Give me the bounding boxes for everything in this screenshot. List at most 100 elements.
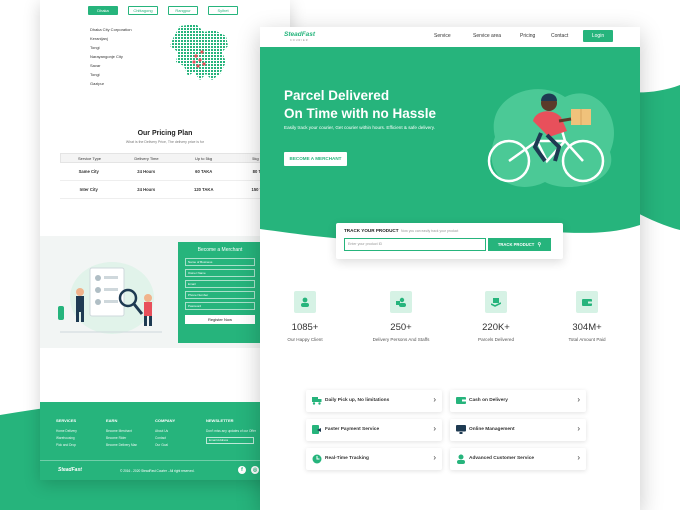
footer-link[interactable]: Become Delivery Man	[106, 442, 137, 449]
service-label: Cash on Delivery	[469, 398, 508, 403]
stat-value: 304M+	[572, 322, 602, 333]
register-button[interactable]: Register Now	[185, 315, 255, 324]
monitor-icon	[456, 425, 466, 434]
footer-logo[interactable]: SteadFast	[58, 467, 82, 473]
stat-label: Total Amount Paid	[568, 337, 606, 342]
newsletter-email-input[interactable]: Email Address	[206, 437, 254, 444]
track-product-button[interactable]: TRACK PRODUCT ⚲	[488, 238, 551, 251]
chevron-right-icon: ›	[577, 453, 580, 462]
footer-link[interactable]: Contact	[155, 435, 175, 442]
hero-title-line1: Parcel Delivered	[284, 88, 390, 103]
service-online-management[interactable]: Online Management ›	[450, 419, 586, 441]
logo-tagline: COURIER	[290, 39, 309, 42]
area-item: Gazipur	[90, 81, 105, 86]
footer-link[interactable]: Become Rider	[106, 435, 137, 442]
hero-title-line2: On Time with no Hassle	[284, 106, 437, 121]
stat-label: Delivery Persons And Staffs	[372, 337, 430, 342]
header-cell: Service Type	[77, 156, 102, 161]
cash-icon	[456, 397, 466, 404]
chevron-right-icon: ›	[433, 424, 436, 433]
footer-col-earn: EARN Become Merchant Become Rider Become…	[106, 418, 137, 449]
support-icon	[457, 454, 465, 464]
footer-link[interactable]: Become Merchant	[106, 428, 137, 435]
footer-link[interactable]: Our Goal	[155, 442, 175, 449]
service-cash-on-delivery[interactable]: Cash on Delivery ›	[450, 390, 586, 412]
service-daily-pickup[interactable]: Daily Pick up, No limitations ›	[306, 390, 442, 412]
area-item: Tongi	[90, 45, 100, 50]
area-item: Keranijanj	[90, 36, 108, 41]
footer-bottom: SteadFast © 2016 - 2020 SteadFast Courie…	[40, 460, 290, 480]
track-title: TRACK YOUR PRODUCT	[344, 228, 399, 233]
stat-happy-client: 1085+ Our Happy Client	[260, 291, 350, 342]
chevron-right-icon: ›	[577, 395, 580, 404]
tab-rangpur[interactable]: Rangpur	[168, 6, 198, 15]
owner-name-field[interactable]: Owner Name	[185, 269, 255, 277]
track-product-card: TRACK YOUR PRODUCT Now you can easily tr…	[336, 223, 563, 259]
instagram-icon[interactable]: ◎	[251, 466, 259, 474]
service-label: Advanced Customer Service	[469, 456, 535, 461]
product-id-input[interactable]: Enter your product ID	[344, 238, 486, 251]
navbar: SteadFast COURIER Service Service area P…	[260, 27, 640, 47]
table-cell: 60 TAKA	[195, 169, 213, 174]
footer-col-title: NEWSLETTER	[206, 418, 234, 423]
service-faster-payment[interactable]: Faster Payment Service ›	[306, 419, 442, 441]
truck-icon	[312, 397, 322, 405]
service-label: Daily Pick up, No limitations	[325, 398, 390, 403]
table-header-row: Service Type Delivery Time Up to 5kg 5kg…	[60, 153, 290, 163]
table-row: Inter City 24 Hours 120 TAKA 150 TAKA	[60, 181, 290, 199]
service-label: Faster Payment Service	[325, 427, 380, 432]
nav-service[interactable]: Service	[434, 33, 451, 39]
newsletter-text: Don't miss any updates of our Offer	[206, 429, 256, 433]
login-button[interactable]: Login	[583, 30, 613, 42]
footer: SERVICES Home Delivery Warehousing Pick …	[40, 402, 290, 480]
footer-link[interactable]: Warehousing	[56, 435, 77, 442]
stat-amount-paid: 304M+ Total Amount Paid	[542, 291, 632, 342]
nav-contact[interactable]: Contact	[551, 33, 568, 39]
pricing-title: Our Pricing Plan	[137, 130, 193, 137]
service-real-time-tracking[interactable]: Real-Time Tracking ›	[306, 448, 442, 470]
email-field[interactable]: Email	[185, 280, 255, 288]
track-hint: Now you can easily track your product	[401, 229, 459, 233]
service-customer-support[interactable]: Advanced Customer Service ›	[450, 448, 586, 470]
delivery-rider-illustration	[487, 89, 614, 188]
footer-col-company: COMPANY About Us Contact Our Goal	[155, 418, 175, 449]
parcel-icon	[485, 291, 507, 313]
footer-col-title: EARN	[106, 418, 118, 423]
stat-delivery-staff: 250+ Delivery Persons And Staffs	[356, 291, 446, 342]
footer-link[interactable]: Home Delivery	[56, 428, 77, 435]
logo[interactable]: SteadFast	[284, 31, 315, 38]
merchant-section: Become a Merchant Name of Business Owner…	[40, 236, 290, 348]
pricing-subtitle: What is the Delivery Price, The delivery…	[125, 140, 205, 144]
pricing-table: Service Type Delivery Time Up to 5kg 5kg…	[60, 153, 290, 199]
chevron-right-icon: ›	[577, 424, 580, 433]
service-label: Online Management	[469, 427, 515, 432]
nav-service-area[interactable]: Service area	[473, 33, 501, 39]
tab-sylhet[interactable]: Sylhet	[208, 6, 238, 15]
table-cell: 120 TAKA	[194, 187, 214, 192]
header-cell: Up to 5kg	[194, 156, 213, 161]
tab-dhaka[interactable]: Dhaka	[88, 6, 118, 15]
facebook-icon[interactable]: f	[238, 466, 246, 474]
table-cell: 24 Hours	[137, 169, 156, 174]
stat-parcels-delivered: 220K+ Parcels Delivered	[451, 291, 541, 342]
footer-link[interactable]: Pick and Drop	[56, 442, 77, 449]
track-button-label: TRACK PRODUCT	[497, 242, 535, 247]
footer-col-services: SERVICES Home Delivery Warehousing Pick …	[56, 418, 77, 449]
table-cell: Inter City	[79, 187, 98, 192]
stat-label: Parcels Delivered	[478, 337, 514, 342]
table-cell: 24 Hours	[137, 187, 156, 192]
business-name-field[interactable]: Name of Business	[185, 258, 255, 266]
area-item: Savar	[90, 63, 101, 68]
stat-value: 220K+	[482, 322, 510, 333]
service-label: Real-Time Tracking	[325, 456, 369, 461]
chevron-right-icon: ›	[433, 395, 436, 404]
nav-pricing[interactable]: Pricing	[520, 33, 535, 39]
password-field[interactable]: Password	[185, 302, 255, 310]
footer-link[interactable]: About Us	[155, 428, 175, 435]
tab-chittagong[interactable]: Chittagong	[128, 6, 158, 15]
stat-label: Our Happy Client	[287, 337, 323, 342]
become-merchant-button[interactable]: BECOME A MERCHANT	[284, 152, 347, 166]
wallet-icon	[576, 291, 598, 313]
phone-field[interactable]: Phone Number	[185, 291, 255, 299]
hero-subtitle: Easily track your courier, Get courier w…	[284, 125, 435, 130]
